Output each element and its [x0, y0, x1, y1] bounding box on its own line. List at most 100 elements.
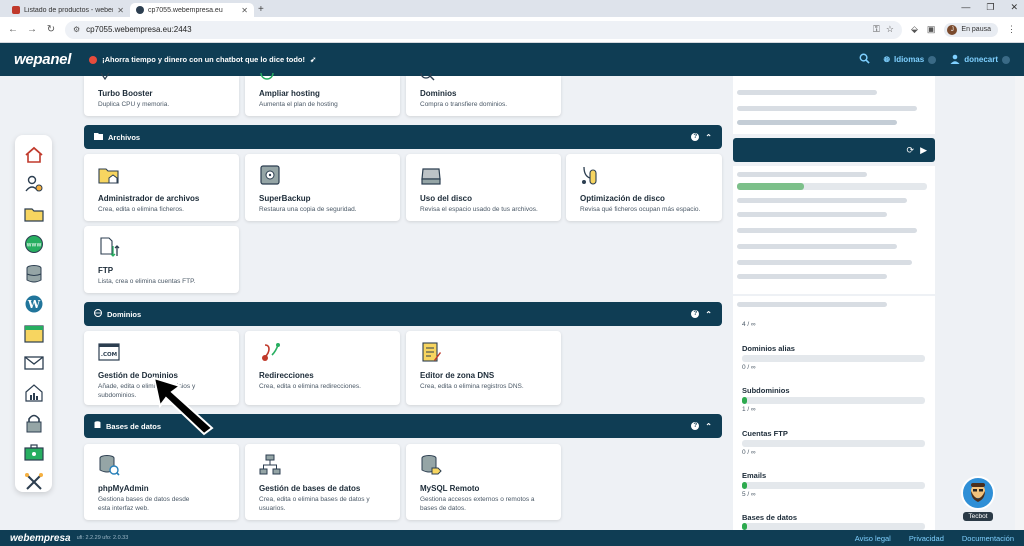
email-icon[interactable]: [23, 353, 44, 372]
menu-icon[interactable]: ⋮: [1007, 24, 1016, 35]
profile-label: En pausa: [961, 26, 991, 33]
chevron-up-icon[interactable]: ⌃: [705, 310, 712, 319]
minimize-icon[interactable]: —: [961, 2, 970, 13]
stat-bar: [742, 523, 925, 530]
blurred-line: [737, 274, 887, 279]
url-field[interactable]: ⚙ cp7055.webempresa.eu:2443 ⚿ ☆: [65, 20, 902, 39]
domain-com-icon: .COM: [98, 341, 120, 363]
tab-title: Listado de productos - webem: [24, 6, 114, 14]
usage-bar: [737, 183, 927, 190]
card-optimizacion-disco[interactable]: Optimización de disco Revisa qué fichero…: [566, 154, 722, 221]
forward-icon[interactable]: →: [27, 24, 37, 35]
card-mysql-remoto[interactable]: MySQL Remoto Gestiona accesos externos o…: [406, 444, 561, 520]
card-turbo-booster[interactable]: Turbo Booster Duplica CPU y memoria.: [84, 72, 239, 116]
card-dominios-compra[interactable]: Dominios Compra o transfiere dominios.: [406, 67, 561, 116]
back-icon[interactable]: ←: [8, 24, 18, 35]
svg-text:www: www: [26, 241, 41, 248]
www-icon[interactable]: www: [24, 234, 44, 254]
home-icon[interactable]: [24, 145, 44, 164]
card-desc: Crea, edita o elimina redirecciones.: [259, 383, 361, 390]
close-window-icon[interactable]: ✕: [1010, 2, 1018, 13]
card-title: MySQL Remoto: [420, 484, 480, 493]
wordpress-icon[interactable]: W: [24, 294, 44, 314]
chevron-up-icon[interactable]: ⌃: [705, 422, 712, 431]
stat-value: 5 / ∞: [742, 491, 756, 498]
help-icon[interactable]: ?: [691, 310, 700, 318]
page-scrollbar[interactable]: [1015, 76, 1024, 530]
card-desc: Duplica CPU y memoria.: [98, 101, 170, 108]
section-dominios[interactable]: Dominios ? ⌃: [84, 302, 722, 326]
browser-tab-active[interactable]: cp7055.webempresa.eu ✕: [130, 3, 254, 17]
help-icon[interactable]: ?: [691, 422, 700, 430]
user-menu[interactable]: donecart: [950, 54, 1010, 66]
extension-icon[interactable]: ⬙: [911, 24, 918, 35]
section-archivos[interactable]: Archivos ? ⌃: [84, 125, 722, 149]
search-icon[interactable]: [859, 53, 870, 66]
tools-icon[interactable]: [24, 472, 44, 492]
browser-tab[interactable]: Listado de productos - webem ✕: [6, 3, 130, 17]
puzzle-icon[interactable]: ▣: [927, 24, 936, 35]
stat-label: Emails: [742, 471, 767, 480]
video-icon[interactable]: ▶: [920, 145, 927, 156]
card-phpmyadmin[interactable]: phpMyAdmin Gestiona bases de datos desde…: [84, 444, 239, 520]
card-desc: Aumenta el plan de hosting: [259, 101, 338, 108]
reload-icon[interactable]: ↻: [46, 24, 56, 35]
tecbot-widget[interactable]: Tecbot: [958, 476, 998, 526]
card-title: FTP: [98, 266, 114, 275]
card-title: Optimización de disco: [580, 194, 665, 203]
card-title: SuperBackup: [259, 194, 311, 203]
url-text: cp7055.webempresa.eu:2443: [86, 25, 192, 34]
chevron-down-icon: [928, 55, 937, 64]
footer-link-documentacion[interactable]: Documentación: [962, 534, 1014, 543]
close-icon[interactable]: ✕: [241, 6, 248, 15]
website-icon[interactable]: [23, 324, 44, 343]
stat-bar-fill: [742, 397, 748, 404]
blurred-line: [737, 106, 917, 111]
stat-label: Cuentas FTP: [742, 429, 788, 438]
folder-icon: [94, 132, 103, 142]
stat-value: 0 / ∞: [742, 364, 756, 371]
card-superbackup[interactable]: SuperBackup Restaura una copia de seguri…: [245, 154, 400, 221]
main-content: Turbo Booster Duplica CPU y memoria. Amp…: [84, 66, 722, 546]
favicon-icon: [12, 6, 20, 14]
new-tab-button[interactable]: +: [258, 4, 264, 17]
card-gestion-bases[interactable]: Gestión de bases de datos Crea, edita o …: [245, 444, 400, 520]
stats-icon[interactable]: [24, 383, 44, 403]
refresh-icon[interactable]: ⟳: [907, 145, 915, 156]
card-desc: Crea, edita o elimina ficheros.: [98, 206, 184, 213]
blurred-line: [737, 260, 912, 265]
left-dock: www W: [15, 135, 52, 492]
site-info-icon[interactable]: ⚙: [73, 25, 80, 34]
card-redirecciones[interactable]: Redirecciones Crea, edita o elimina redi…: [245, 331, 400, 405]
languages-menu[interactable]: 🌐︎ Idiomas: [884, 55, 937, 65]
card-uso-disco[interactable]: Uso del disco Revisa el espacio usado de…: [406, 154, 561, 221]
maximize-icon[interactable]: ❐: [986, 2, 994, 13]
tab-title: cp7055.webempresa.eu: [148, 6, 223, 14]
close-icon[interactable]: ✕: [117, 6, 124, 15]
chevron-up-icon[interactable]: ⌃: [705, 133, 712, 142]
card-ftp[interactable]: FTP Lista, crea o elimina cuentas FTP.: [84, 226, 239, 293]
wepanel-logo[interactable]: wepanel: [14, 51, 71, 68]
folder-icon[interactable]: [23, 204, 44, 223]
lock-icon[interactable]: [24, 413, 44, 433]
dns-editor-icon: [420, 341, 442, 363]
help-icon[interactable]: ?: [691, 133, 700, 141]
card-administrador-archivos[interactable]: Administrador de archivos Crea, edita o …: [84, 154, 239, 221]
card-editor-dns[interactable]: Editor de zona DNS Crea, edita o elimina…: [406, 331, 561, 405]
database-icon[interactable]: [24, 264, 44, 284]
redirect-icon: [259, 341, 281, 363]
window-controls: — ❐ ✕: [961, 2, 1018, 13]
promo-banner[interactable]: ¡Ahorra tiempo y dinero con un chatbot q…: [89, 55, 316, 64]
card-ampliar-hosting[interactable]: Ampliar hosting Aumenta el plan de hosti…: [245, 66, 400, 116]
promo-icon: [89, 55, 98, 64]
key-icon[interactable]: ⚿: [873, 24, 880, 35]
card-title: Dominios: [420, 89, 457, 98]
star-icon[interactable]: ☆: [886, 24, 894, 35]
toolbox-icon[interactable]: [23, 443, 44, 462]
footer-link-aviso-legal[interactable]: Aviso legal: [855, 534, 891, 543]
profile-button[interactable]: J En pausa: [944, 22, 998, 37]
stat-bar-fill: [742, 482, 748, 489]
user-settings-icon[interactable]: [24, 174, 44, 194]
footer-link-privacidad[interactable]: Privacidad: [909, 534, 944, 543]
stat-value: 0 / ∞: [742, 449, 756, 456]
